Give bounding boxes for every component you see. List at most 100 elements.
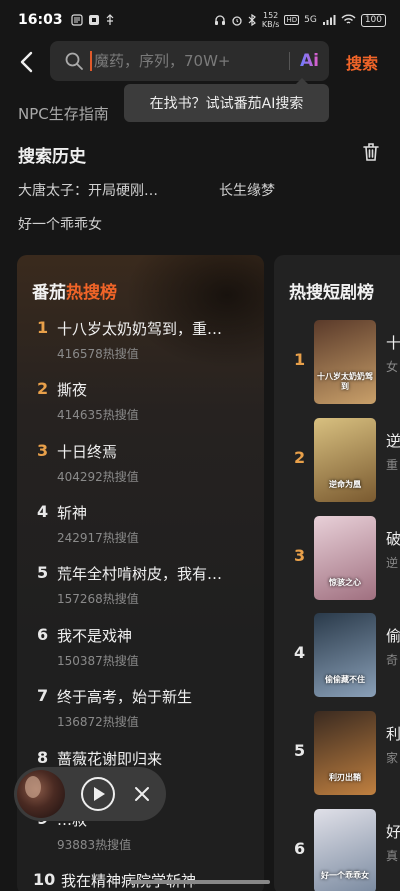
alarm-icon: [232, 16, 242, 26]
drama-item[interactable]: 6 好一个乖乖女 好真: [274, 809, 400, 891]
ai-tooltip[interactable]: 在找书？试试番茄AI搜索: [124, 78, 329, 122]
trash-icon[interactable]: [360, 141, 382, 163]
status-bar: 16:03 152 KB/s HD 5G 100: [0, 0, 400, 40]
hot-rank-item[interactable]: 2 撕夜 414635热搜值: [17, 379, 264, 439]
drama-item[interactable]: 1 十八岁太奶奶驾到 十女: [274, 320, 400, 410]
rank-number: 10: [33, 870, 56, 889]
history-item[interactable]: 长生缘梦: [219, 180, 275, 200]
search-icon: [65, 52, 83, 70]
drama-rank: 2: [294, 448, 306, 467]
drama-poster[interactable]: 逆命为凰: [314, 418, 376, 502]
network-speed: 152 KB/s: [262, 11, 280, 29]
rank-score: 93883热搜值: [57, 838, 132, 852]
rank-title: 终于高考，始于新生: [57, 688, 193, 706]
drama-item[interactable]: 3 惊骇之心 破逆: [274, 516, 400, 606]
drama-rank: 4: [294, 643, 306, 662]
drama-poster[interactable]: 惊骇之心: [314, 516, 376, 600]
rank-title: 斩神: [57, 504, 88, 522]
rank-number: 7: [37, 686, 49, 705]
signal-icon: [322, 15, 336, 25]
bluetooth-icon: [248, 14, 256, 26]
hot-rank-item[interactable]: 5 荒年全村啃树皮，我有… 157268热搜值: [17, 563, 264, 623]
history-item[interactable]: 大唐太子：开局硬刚…: [18, 180, 158, 200]
headphone-icon: [214, 15, 225, 25]
search-row: Ai 搜索: [0, 40, 400, 84]
battery-indicator: 100: [360, 13, 386, 27]
hot-search-title-hot: 热搜榜: [66, 283, 117, 303]
hd-badge: HD: [284, 15, 300, 25]
rank-score: 150387热搜值: [57, 654, 139, 668]
text-cursor: [90, 51, 92, 71]
hot-search-title: 番茄热搜榜: [32, 278, 117, 303]
status-time: 16:03: [18, 12, 63, 28]
search-input[interactable]: [94, 52, 284, 70]
history-item[interactable]: 好一个乖乖女: [18, 214, 102, 234]
rank-score: 242917热搜值: [57, 531, 139, 545]
drama-title: 利: [386, 725, 400, 743]
ai-divider: [289, 52, 291, 70]
play-icon[interactable]: [80, 776, 116, 812]
rank-number: 3: [37, 441, 49, 460]
drama-title: 好: [386, 823, 400, 841]
hot-rank-item[interactable]: 4 斩神 242917热搜值: [17, 502, 264, 562]
back-button[interactable]: [6, 42, 46, 82]
status-notification-icons: [70, 14, 115, 26]
drama-rank: 5: [294, 741, 306, 760]
hot-rank-item[interactable]: 3 十日终焉 404292热搜值: [17, 441, 264, 501]
status-right: 152 KB/s HD 5G 100: [214, 11, 386, 29]
drama-subtitle: 逆: [386, 556, 399, 570]
rank-score: 157268热搜值: [57, 592, 139, 606]
speed-unit: KB/s: [261, 20, 280, 29]
rank-score: 136872热搜值: [57, 715, 139, 729]
usb-icon: [106, 14, 114, 25]
search-button[interactable]: 搜索: [346, 50, 378, 74]
search-box[interactable]: Ai: [50, 41, 329, 81]
rank-number: 1: [37, 318, 49, 337]
drama-subtitle: 女: [386, 360, 399, 374]
hot-rank-item[interactable]: 6 我不是戏神 150387热搜值: [17, 625, 264, 685]
drama-title: 破: [386, 530, 400, 548]
rank-number: 8: [37, 748, 49, 767]
drama-item[interactable]: 4 偷偷藏不住 偷奇: [274, 613, 400, 703]
drama-poster[interactable]: 十八岁太奶奶驾到: [314, 320, 376, 404]
close-icon[interactable]: [134, 786, 150, 802]
hot-drama-title: 热搜短剧榜: [289, 283, 374, 303]
drama-item[interactable]: 5 利刃出鞘 利家: [274, 711, 400, 801]
rank-number: 6: [37, 625, 49, 644]
network-type: 5G: [304, 15, 317, 25]
back-arrow-icon: [20, 51, 33, 73]
rank-score: 404292热搜值: [57, 470, 139, 484]
drama-subtitle: 家: [386, 751, 399, 765]
drama-rank: 3: [294, 546, 306, 565]
hot-drama-panel: 热搜短剧榜 1 十八岁太奶奶驾到十女 2 逆命为凰逆重 3 惊骇之心破逆 4 偷偷藏不住偷奇 5…: [274, 255, 400, 891]
rank-title: 蔷薇花谢即归来: [57, 750, 163, 768]
hot-rank-item[interactable]: 1 十八岁太奶奶驾到，重… 416578热搜值: [17, 318, 264, 378]
rank-title: 撕夜: [57, 381, 88, 399]
home-indicator: [130, 880, 270, 884]
rank-number: 2: [37, 379, 49, 398]
rank-title: 荒年全村啃树皮，我有…: [57, 565, 223, 583]
app-icon: [88, 15, 99, 25]
rank-score: 416578热搜值: [57, 347, 139, 361]
poster-title: 好一个乖乖女: [321, 871, 369, 880]
drama-item[interactable]: 2 逆命为凰 逆重: [274, 418, 400, 508]
rank-title: 十日终焉: [57, 443, 118, 461]
rank-number: 5: [37, 563, 49, 582]
drama-poster[interactable]: 利刃出鞘: [314, 711, 376, 795]
drama-subtitle: 真: [386, 849, 399, 863]
hot-search-title-prefix: 番茄: [32, 283, 66, 303]
search-suggestion[interactable]: NPC生存指南: [18, 103, 109, 124]
notification-icon: [70, 14, 83, 26]
player-cover[interactable]: [17, 770, 65, 818]
drama-rank: 6: [294, 839, 306, 858]
hot-rank-item[interactable]: 7 终于高考，始于新生 136872热搜值: [17, 686, 264, 746]
mini-player[interactable]: [14, 767, 166, 821]
poster-title: 十八岁太奶奶驾到: [317, 372, 373, 391]
drama-subtitle: 重: [386, 458, 399, 472]
ai-search-button[interactable]: Ai: [300, 51, 319, 71]
drama-title: 逆: [386, 432, 400, 450]
drama-poster[interactable]: 偷偷藏不住: [314, 613, 376, 697]
drama-poster[interactable]: 好一个乖乖女: [314, 809, 376, 891]
search-history-title: 搜索历史: [18, 147, 86, 167]
rank-title: 十八岁太奶奶驾到，重…: [57, 320, 223, 338]
